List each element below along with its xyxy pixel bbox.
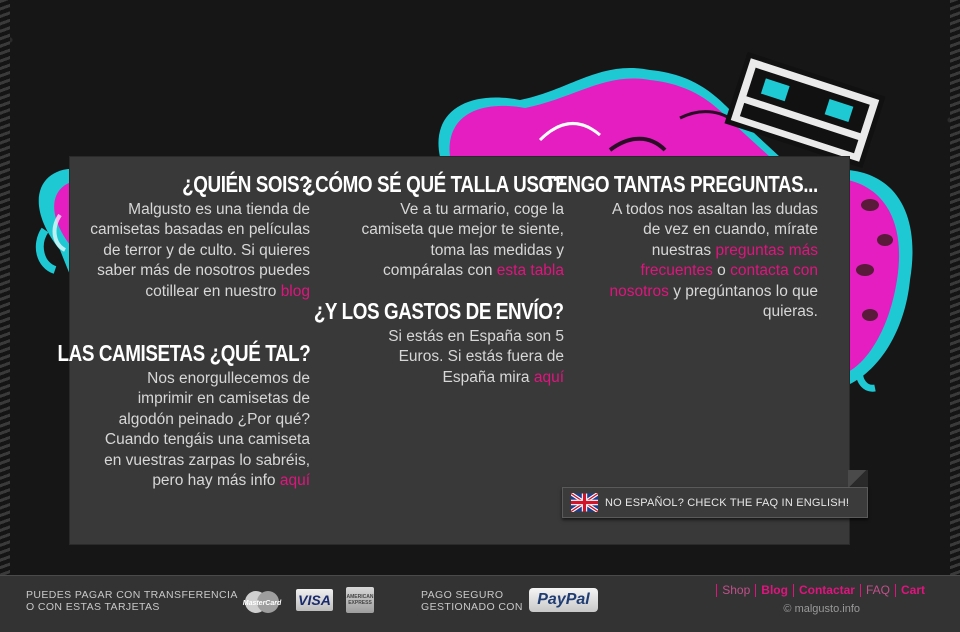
english-faq-label: NO ESPAÑOL? CHECK THE FAQ IN ENGLISH! bbox=[605, 496, 850, 509]
mastercard-icon: MasterCard bbox=[243, 591, 282, 613]
size-table-link[interactable]: esta tabla bbox=[497, 262, 564, 279]
shipping-info-link[interactable]: aquí bbox=[534, 369, 564, 386]
nav-blog[interactable]: Blog bbox=[755, 584, 793, 597]
uk-flag-icon bbox=[571, 493, 598, 512]
questions-title: TENGO TANTAS PREGUNTAS... bbox=[544, 171, 818, 197]
english-button-fold bbox=[848, 470, 868, 487]
questions-text: A todos nos asaltan las dudas de vez en … bbox=[609, 201, 818, 321]
shipping-title: ¿Y LOS GASTOS DE ENVÍO? bbox=[314, 298, 564, 324]
shirts-info-link[interactable]: aquí bbox=[280, 472, 310, 489]
amex-icon: AMERICAN EXPRESS bbox=[346, 587, 374, 613]
footer-nav: Shop Blog Contactar FAQ Cart bbox=[716, 584, 930, 597]
shirts-title: LAS CAMISETAS ¿QUÉ TAL? bbox=[57, 340, 310, 366]
nav-shop[interactable]: Shop bbox=[716, 584, 755, 597]
english-faq-button[interactable]: NO ESPAÑOL? CHECK THE FAQ IN ENGLISH! bbox=[562, 487, 868, 518]
paypal-logo: PayPal bbox=[529, 588, 598, 612]
nav-faq[interactable]: FAQ bbox=[859, 584, 895, 597]
copyright: © malgusto.info bbox=[783, 603, 860, 615]
svg-text:MasterCard: MasterCard bbox=[243, 600, 282, 607]
secure-payment-text: PAGO SEGURO GESTIONADO CON bbox=[421, 589, 523, 613]
info-panel: ¿QUIÉN SOIS? Malgusto es una tienda de c… bbox=[57, 157, 849, 544]
nav-contactar[interactable]: Contactar bbox=[792, 584, 860, 597]
nav-cart[interactable]: Cart bbox=[894, 584, 930, 597]
size-text: Ve a tu armario, coge la camiseta que me… bbox=[361, 201, 564, 280]
shipping-text: Si estás en España son 5 Euros. Si estás… bbox=[388, 328, 564, 386]
who-text: Malgusto es una tienda de camisetas basa… bbox=[90, 201, 310, 300]
shirts-text: Nos enorgullecemos de imprimir en camise… bbox=[104, 370, 310, 490]
payment-methods-text: PUEDES PAGAR CON TRANSFERENCIA O CON EST… bbox=[26, 589, 238, 613]
visa-icon: VISA bbox=[296, 589, 333, 611]
